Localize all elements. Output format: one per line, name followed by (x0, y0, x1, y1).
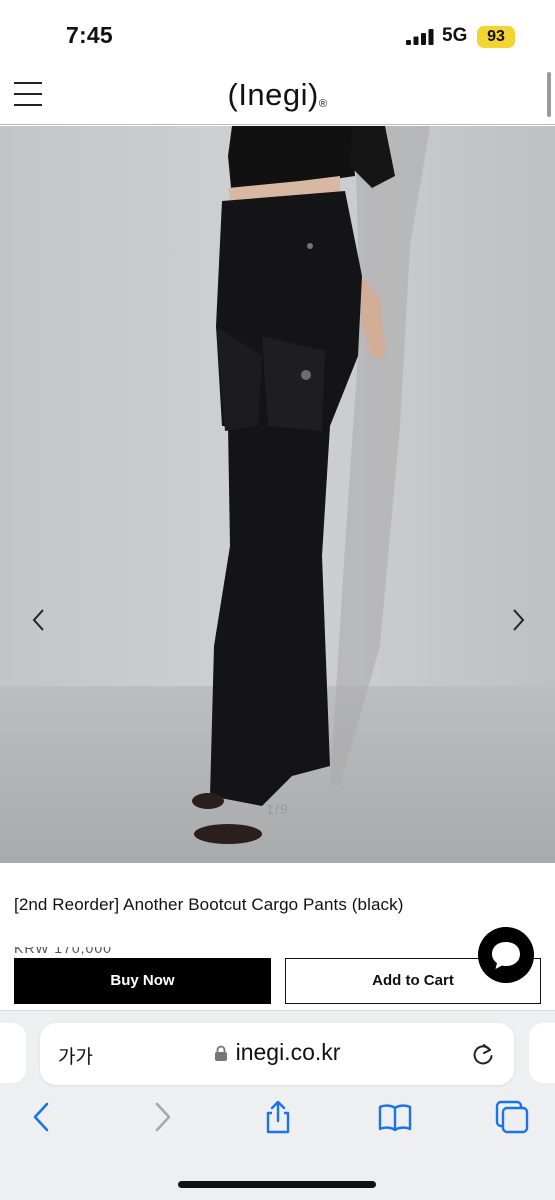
product-price: KRW 170,000 (14, 947, 126, 955)
url-display[interactable]: inegi.co.kr (40, 1039, 514, 1066)
tabs-icon[interactable] (494, 1099, 530, 1135)
product-image-gallery[interactable] (0, 126, 555, 863)
browser-toolbar: 가가 inegi.co.kr (0, 1010, 555, 1200)
network-type: 5G (442, 25, 468, 46)
cellular-signal-icon (406, 29, 434, 45)
address-bar[interactable]: 가가 inegi.co.kr (40, 1023, 514, 1085)
home-indicator[interactable] (178, 1181, 376, 1188)
status-time: 7:45 (66, 22, 113, 48)
scrollbar[interactable] (547, 72, 551, 117)
reload-icon[interactable] (470, 1041, 496, 1067)
site-header: (Inegi)® (0, 68, 555, 125)
next-tab-preview[interactable] (529, 1023, 555, 1083)
logo-text: (Inegi) (227, 77, 319, 112)
chevron-left-icon[interactable] (24, 600, 54, 640)
price-text: KRW 170,000 (14, 947, 112, 955)
registered-mark: ® (318, 98, 328, 110)
chevron-right-icon[interactable] (503, 600, 533, 640)
product-photo (0, 126, 555, 863)
previous-tab-preview[interactable] (0, 1023, 26, 1083)
product-title: [2nd Reorder] Another Bootcut Cargo Pant… (14, 895, 404, 914)
buy-now-button[interactable]: Buy Now (14, 958, 271, 1004)
forward-icon[interactable] (144, 1099, 180, 1135)
gallery-pager: 1/9 (266, 801, 289, 817)
status-bar: 7:45 5G 93 (0, 0, 555, 68)
chat-bubble-icon[interactable] (478, 927, 534, 983)
lock-icon (214, 1045, 227, 1061)
share-icon[interactable] (260, 1099, 296, 1135)
battery-indicator: 93 (477, 26, 515, 48)
url-text: inegi.co.kr (235, 1039, 341, 1065)
back-icon[interactable] (24, 1099, 60, 1135)
bookmarks-icon[interactable] (377, 1099, 413, 1135)
site-logo[interactable]: (Inegi)® (0, 77, 555, 113)
